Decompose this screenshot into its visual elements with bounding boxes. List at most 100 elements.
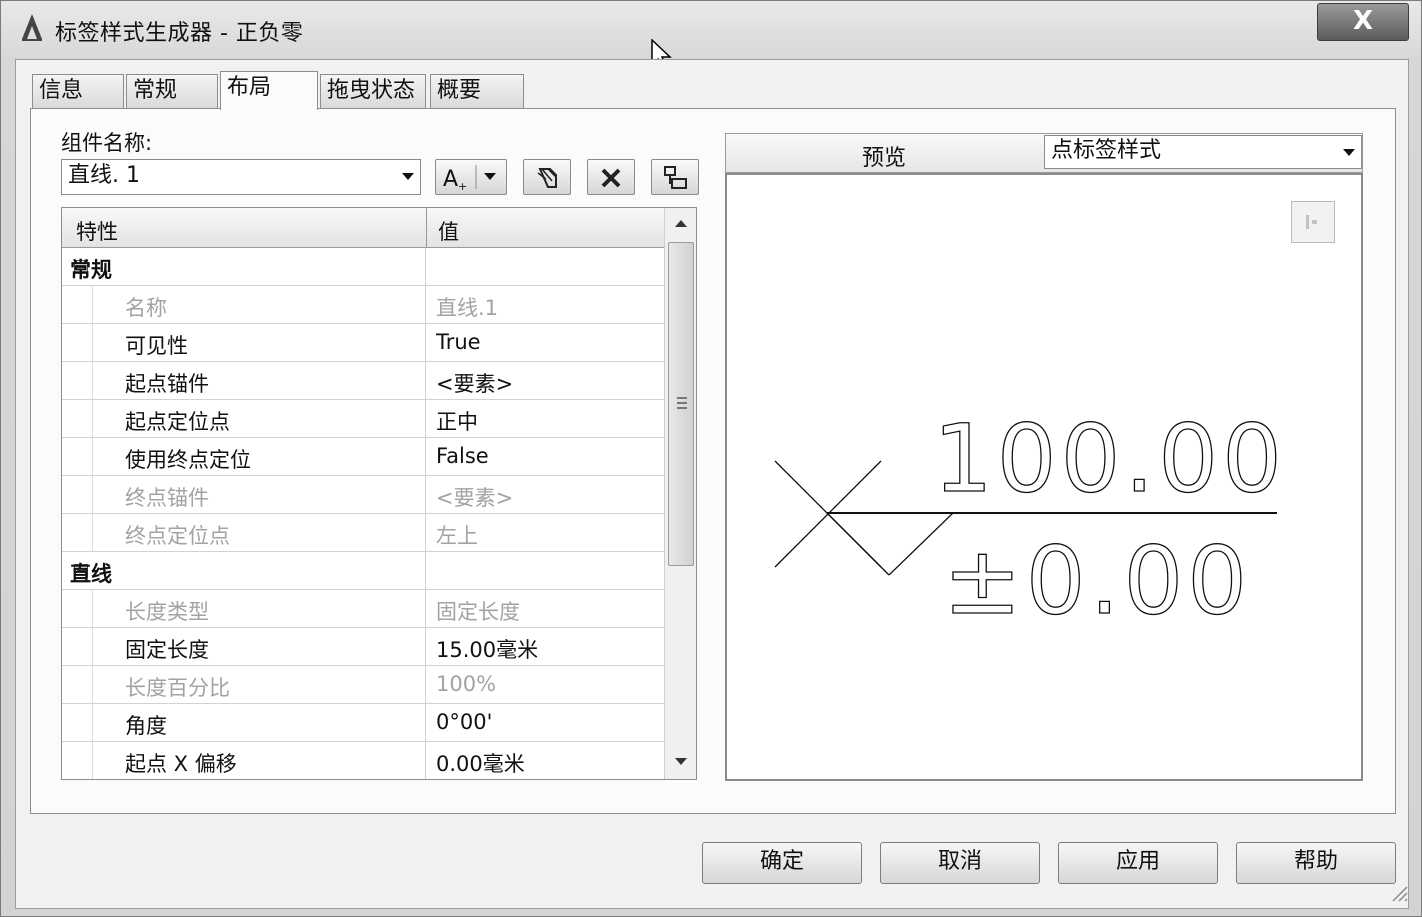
grid-property-row[interactable]: 终点锚件 <要素> [62, 476, 664, 514]
property-name-cell: 可见性 [92, 324, 426, 361]
elevation-value-text: 100.00 [933, 405, 1286, 514]
property-value-cell: 左上 [426, 514, 664, 551]
grid-property-row[interactable]: 长度百分比 100% [62, 666, 664, 704]
title-bar: 标签样式生成器 - 正负零 X [1, 1, 1421, 72]
property-name-cell: 长度百分比 [92, 666, 426, 703]
property-name: 可见性 [125, 334, 188, 358]
property-name-cell: 长度类型 [92, 590, 426, 627]
label-preview-drawing: 100.00 ±0.00 [774, 404, 1286, 637]
preview-style-dropdown[interactable]: 点标签样式 [1044, 135, 1362, 169]
property-name: 起点 X 偏移 [125, 752, 237, 776]
chevron-down-icon [402, 173, 414, 180]
grid-property-row[interactable]: 可见性 True [62, 324, 664, 362]
close-button[interactable]: X [1317, 3, 1409, 41]
copy-component-button[interactable] [523, 159, 571, 195]
grid-property-row[interactable]: 使用终点定位 False [62, 438, 664, 476]
preview-label: 预览 [862, 146, 907, 171]
resize-grip-icon[interactable] [1387, 881, 1409, 903]
cancel-button[interactable]: 取消 [880, 842, 1040, 884]
help-button[interactable]: 帮助 [1236, 842, 1396, 884]
row-gutter [62, 666, 92, 703]
property-value-cell[interactable]: True [426, 324, 664, 361]
property-value: 0°00' [436, 710, 493, 734]
property-name: 长度类型 [125, 600, 209, 624]
property-name: 直线 [70, 562, 112, 586]
tab-general[interactable]: 常规 [126, 74, 218, 109]
property-value: 100% [436, 672, 497, 696]
grid-property-row[interactable]: 名称 直线.1 [62, 286, 664, 324]
property-value: 0.00毫米 [436, 752, 525, 776]
property-name: 常规 [70, 258, 112, 282]
property-value: <要素> [436, 486, 514, 510]
delete-component-button[interactable] [587, 159, 635, 195]
text-component-add-icon: A + [443, 165, 496, 191]
component-name-dropdown[interactable]: 直线. 1 [61, 159, 421, 195]
create-text-component-button[interactable]: A + [435, 159, 507, 195]
grid-vertical-scrollbar[interactable] [664, 208, 696, 779]
property-value-cell: <要素> [426, 476, 664, 513]
tab-summary[interactable]: 概要 [430, 74, 524, 109]
row-gutter [62, 324, 92, 361]
grid-property-row[interactable]: 起点定位点 正中 [62, 400, 664, 438]
grid-property-row[interactable]: 固定长度 15.00毫米 [62, 628, 664, 666]
property-value-cell[interactable]: 0.00毫米 [426, 742, 664, 779]
property-value-cell[interactable]: 正中 [426, 400, 664, 437]
property-name-cell: 终点定位点 [92, 514, 426, 551]
scroll-down-arrow-icon[interactable] [675, 758, 687, 765]
property-value-cell [426, 248, 664, 285]
property-name: 终点锚件 [125, 486, 209, 510]
layout-tab-panel: 组件名称: 直线. 1 A + 特性 值 常规 名称 直线.1 可见性 True… [30, 108, 1396, 814]
row-gutter [62, 476, 92, 513]
grid-category-row[interactable]: 直线 [62, 552, 664, 590]
autocad-app-icon [22, 14, 42, 41]
grid-category-row[interactable]: 常规 [62, 248, 664, 286]
property-grid: 特性 值 常规 名称 直线.1 可见性 True 起点锚件 <要素> 起点定位点 正中 使用终点定… [61, 207, 697, 780]
row-gutter [62, 590, 92, 627]
property-name-cell: 固定长度 [92, 628, 426, 665]
scrollbar-thumb[interactable] [668, 242, 694, 566]
copy-component-icon [537, 168, 557, 188]
preview-header: 预览 点标签样式 [725, 133, 1363, 173]
grid-property-row[interactable]: 终点定位点 左上 [62, 514, 664, 552]
property-name-cell: 直线 [70, 552, 426, 589]
row-gutter [62, 362, 92, 399]
property-value-cell[interactable]: 15.00毫米 [426, 628, 664, 665]
grip-line [677, 397, 687, 399]
tab-dragged-state[interactable]: 拖曳状态 [320, 74, 426, 109]
grid-property-row[interactable]: 角度 0°00' [62, 704, 664, 742]
property-value-cell [426, 552, 664, 589]
scroll-up-arrow-icon[interactable] [675, 220, 687, 227]
property-name-cell: 名称 [92, 286, 426, 323]
property-name-cell: 使用终点定位 [92, 438, 426, 475]
component-name-value: 直线. 1 [68, 163, 140, 188]
property-name: 长度百分比 [125, 676, 230, 700]
grid-property-row[interactable]: 长度类型 固定长度 [62, 590, 664, 628]
property-name: 起点定位点 [125, 410, 230, 434]
property-value-cell[interactable]: 0°00' [426, 704, 664, 741]
row-gutter [62, 704, 92, 741]
row-gutter [62, 742, 92, 779]
property-value: 15.00毫米 [436, 638, 539, 662]
property-value-cell[interactable]: <要素> [426, 362, 664, 399]
property-name-cell: 起点 X 偏移 [92, 742, 426, 779]
apply-button[interactable]: 应用 [1058, 842, 1218, 884]
component-name-label: 组件名称: [61, 131, 153, 155]
row-gutter [62, 514, 92, 551]
component-draw-order-button[interactable] [651, 159, 699, 195]
property-name: 起点锚件 [125, 372, 209, 396]
chevron-down-icon [1343, 149, 1355, 156]
property-name: 固定长度 [125, 638, 209, 662]
property-value: 正中 [436, 410, 478, 434]
tab-info[interactable]: 信息 [32, 74, 124, 109]
tolerance-value-text: ±0.00 [943, 527, 1251, 636]
leader-line [826, 512, 890, 576]
grid-property-row[interactable]: 起点锚件 <要素> [62, 362, 664, 400]
tab-layout[interactable]: 布局 [220, 71, 318, 110]
property-value-cell: 直线.1 [426, 286, 664, 323]
column-header-value: 值 [438, 220, 459, 244]
svg-text:+: + [458, 180, 467, 191]
grid-property-row[interactable]: 起点 X 偏移 0.00毫米 [62, 742, 664, 779]
property-value-cell[interactable]: False [426, 438, 664, 475]
property-name: 终点定位点 [125, 524, 230, 548]
ok-button[interactable]: 确定 [702, 842, 862, 884]
